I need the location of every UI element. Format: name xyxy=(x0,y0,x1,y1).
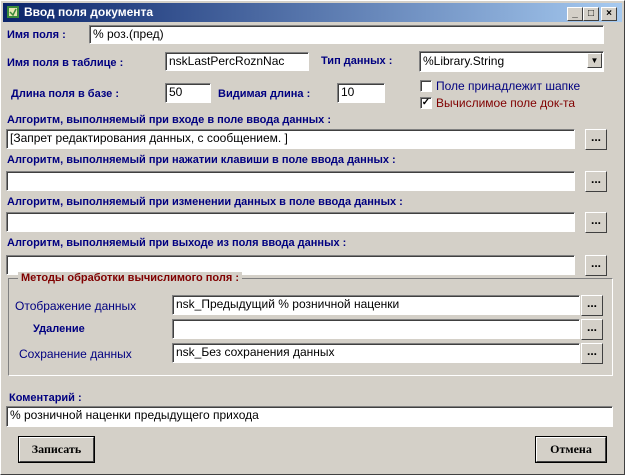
display-input[interactable]: nsk_Предыдущий % розничной наценки xyxy=(172,295,580,315)
on-change-browse-button[interactable]: ... xyxy=(585,212,607,233)
title-bar[interactable]: Ввод поля документа _ □ × xyxy=(3,3,622,22)
on-exit-browse-button[interactable]: ... xyxy=(585,255,607,276)
header-field-checkbox[interactable] xyxy=(420,80,432,92)
calculated-label: Вычислимое поле док-та xyxy=(436,96,576,110)
delete-browse-button[interactable]: ... xyxy=(581,319,603,340)
on-enter-label: Алгоритм, выполняемый при входе в поле в… xyxy=(7,114,331,126)
on-enter-input[interactable]: [Запрет редактирования данных, с сообщен… xyxy=(6,129,575,149)
on-enter-browse-button[interactable]: ... xyxy=(585,129,607,150)
db-length-input[interactable]: 50 xyxy=(165,83,211,103)
field-name-label: Имя поля : xyxy=(7,29,66,41)
methods-group-title: Методы обработки вычислимого поля : xyxy=(18,272,242,284)
minimize-button[interactable]: _ xyxy=(567,7,583,21)
table-name-input[interactable]: nskLastPercRoznNac xyxy=(165,52,309,71)
data-type-select[interactable]: %Library.String ▼ xyxy=(419,51,604,72)
on-keypress-label: Алгоритм, выполняемый при нажатии клавиш… xyxy=(7,154,396,166)
maximize-button[interactable]: □ xyxy=(583,7,599,21)
save-method-browse-button[interactable]: ... xyxy=(581,343,603,364)
comment-input[interactable]: % розничной наценки предыдущего прихода xyxy=(6,406,613,427)
chevron-down-icon[interactable]: ▼ xyxy=(587,53,602,68)
on-change-label: Алгоритм, выполняемый при изменении данн… xyxy=(7,196,403,208)
save-button[interactable]: Записать xyxy=(18,436,95,463)
db-length-label: Длина поля в базе : xyxy=(11,88,119,100)
display-label: Отображение данных xyxy=(15,299,137,313)
on-change-input[interactable] xyxy=(6,212,575,232)
delete-input[interactable] xyxy=(172,319,580,339)
on-exit-label: Алгоритм, выполняемый при выходе из поля… xyxy=(7,237,347,249)
on-keypress-browse-button[interactable]: ... xyxy=(585,171,607,192)
field-name-input[interactable]: % роз.(пред) xyxy=(89,25,604,44)
data-type-value: %Library.String xyxy=(423,54,505,68)
dialog-window: Ввод поля документа _ □ × Имя поля : % р… xyxy=(0,0,625,475)
window-title: Ввод поля документа xyxy=(24,5,154,19)
data-type-label: Тип данных : xyxy=(321,55,393,67)
calculated-checkbox[interactable]: ✓ xyxy=(420,97,432,109)
header-field-label: Поле принадлежит шапке xyxy=(436,79,581,93)
save-method-label: Сохранение данных xyxy=(19,347,132,361)
cancel-button[interactable]: Отмена xyxy=(535,436,607,463)
comment-label: Коментарий : xyxy=(9,392,82,404)
on-keypress-input[interactable] xyxy=(6,171,575,191)
save-method-input[interactable]: nsk_Без сохранения данных xyxy=(172,343,580,363)
visible-length-label: Видимая длина : xyxy=(218,88,311,100)
close-button[interactable]: × xyxy=(601,7,617,21)
display-browse-button[interactable]: ... xyxy=(581,295,603,316)
visible-length-input[interactable]: 10 xyxy=(337,83,385,103)
app-icon xyxy=(7,6,19,18)
table-name-label: Имя поля в таблице : xyxy=(7,57,124,69)
delete-label: Удаление xyxy=(33,323,85,335)
